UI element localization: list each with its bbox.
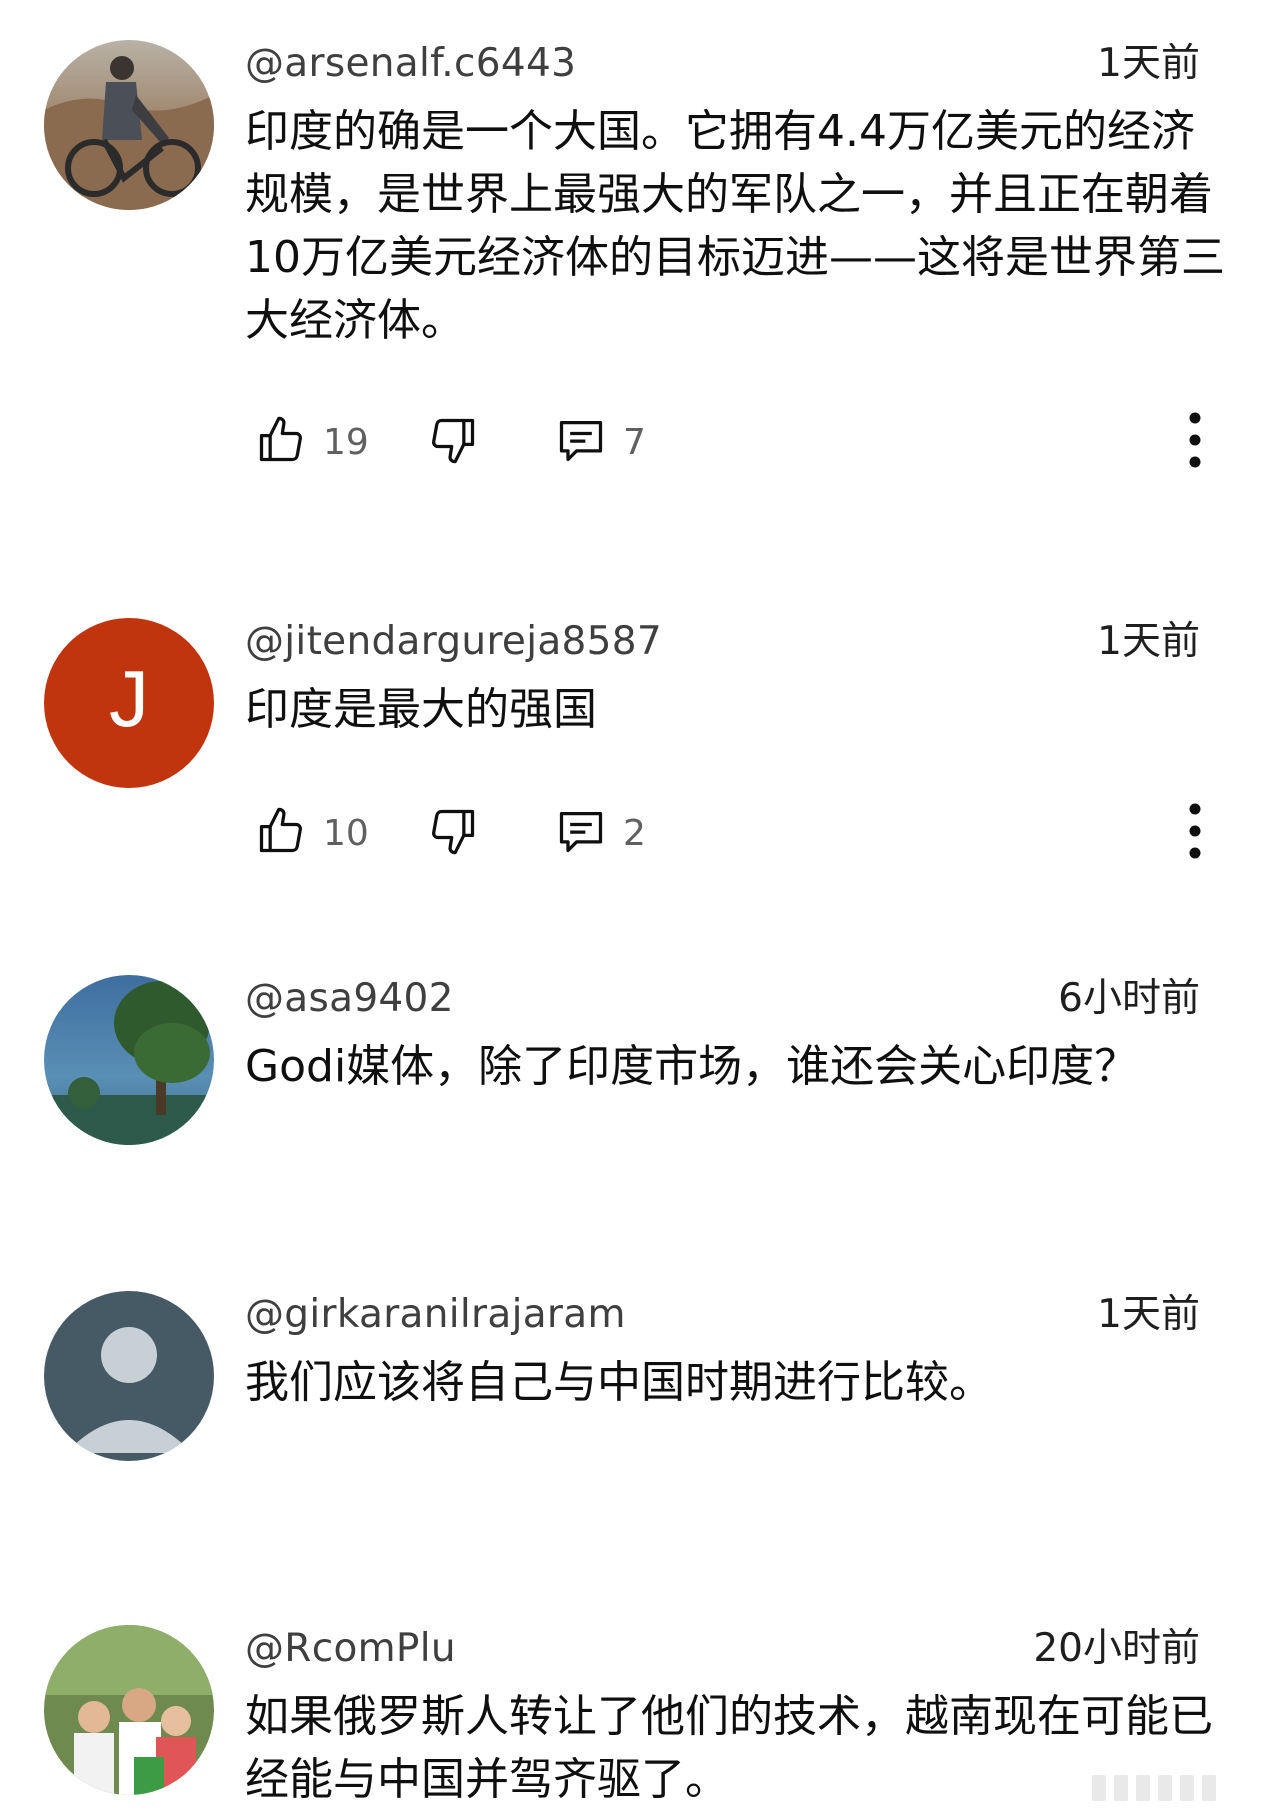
comment-author[interactable]: @RcomPlu xyxy=(245,1625,456,1673)
like-count: 10 xyxy=(323,812,369,854)
avatar-letter: J xyxy=(109,654,149,743)
like-button[interactable]: 10 xyxy=(255,801,369,865)
avatar[interactable] xyxy=(44,1625,214,1795)
comment-actions: 19 7 xyxy=(255,410,1215,474)
more-options-button[interactable] xyxy=(1175,801,1215,865)
more-options-button[interactable] xyxy=(1175,410,1215,474)
reply-button[interactable]: 7 xyxy=(555,410,646,474)
comment-timestamp[interactable]: 1天前 xyxy=(1097,1291,1200,1339)
like-count: 19 xyxy=(323,421,369,463)
more-vert-icon xyxy=(1188,410,1202,474)
comment-timestamp[interactable]: 1天前 xyxy=(1097,618,1200,666)
dislike-button[interactable] xyxy=(427,410,479,474)
comment-text: 如果俄罗斯人转让了他们的技术，越南现在可能已经能与中国并驾齐驱了。 xyxy=(245,1691,1213,1805)
avatar[interactable] xyxy=(44,40,214,210)
comment-text: 印度的确是一个大国。它拥有4.4万亿美元的经济规模，是世界上最强大的军队之一，并… xyxy=(245,106,1225,346)
comment-author[interactable]: @asa9402 xyxy=(245,975,454,1023)
comment-timestamp[interactable]: 1天前 xyxy=(1097,40,1200,88)
like-icon xyxy=(255,805,307,861)
comment-author[interactable]: @girkaranilrajaram xyxy=(245,1291,626,1339)
watermark xyxy=(1092,1770,1262,1806)
comment-text: Godi媒体，除了印度市场，谁还会关心印度？ xyxy=(245,1041,1139,1092)
comment-text: 印度是最大的强国 xyxy=(245,684,597,735)
like-icon xyxy=(255,414,307,470)
dislike-icon xyxy=(427,805,479,861)
like-button[interactable]: 19 xyxy=(255,410,369,474)
reply-count: 2 xyxy=(623,812,646,854)
comment-text: 我们应该将自己与中国时期进行比较。 xyxy=(245,1357,993,1408)
dislike-icon xyxy=(427,414,479,470)
comment-author[interactable]: @arsenalf.c6443 xyxy=(245,40,576,88)
reply-icon xyxy=(555,805,607,861)
comment-author[interactable]: @jitendargureja8587 xyxy=(245,618,662,666)
comment-actions: 10 2 xyxy=(255,801,1215,865)
comment-timestamp[interactable]: 6小时前 xyxy=(1058,975,1200,1023)
dislike-button[interactable] xyxy=(427,801,479,865)
reply-icon xyxy=(555,414,607,470)
more-vert-icon xyxy=(1188,801,1202,865)
comment-timestamp[interactable]: 20小时前 xyxy=(1033,1625,1200,1673)
avatar[interactable] xyxy=(44,975,214,1145)
avatar[interactable]: J xyxy=(44,618,214,788)
avatar[interactable] xyxy=(44,1291,214,1461)
reply-button[interactable]: 2 xyxy=(555,801,646,865)
reply-count: 7 xyxy=(623,421,646,463)
